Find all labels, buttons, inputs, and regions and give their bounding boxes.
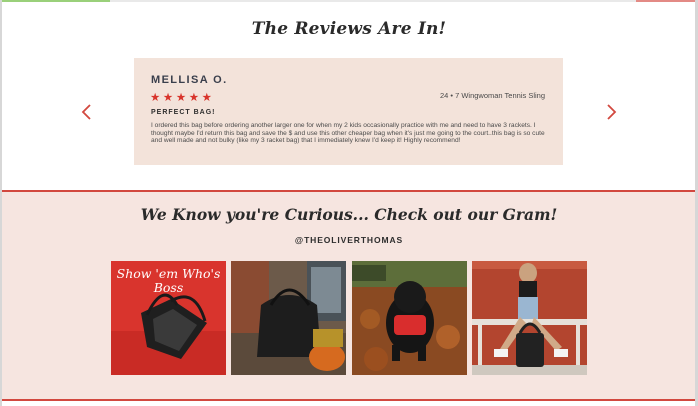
chevron-right-icon [607,104,617,120]
top-accent-red [636,0,698,2]
top-accent-green [0,0,110,2]
tennis-bag-image [472,261,587,375]
reviewer-name: MELLISA O. [151,74,228,86]
top-accent-bar [0,0,698,2]
carousel-next-button[interactable] [604,103,618,121]
instagram-title: We Know you're Curious... Check out our … [140,205,558,224]
review-product-name: 24 • 7 Wingwoman Tennis Sling [439,91,545,100]
bottom-strip [2,401,695,406]
porch-bag-image [231,261,346,375]
instagram-photo-1[interactable]: Show 'em Who's Boss [111,261,226,375]
review-headline: PERFECT BAG! [151,109,216,116]
dog-leaves-image [352,261,467,375]
carousel-prev-button[interactable] [80,103,94,121]
review-card: MELLISA O. ★★★★★ 24 • 7 Wingwoman Tennis… [134,58,563,165]
photo-overlay-text: Show 'em Who's Boss [116,266,221,295]
instagram-photo-3[interactable] [352,261,467,375]
star-rating: ★★★★★ [150,92,215,104]
chevron-left-icon [81,104,91,120]
reviews-title: The Reviews Are In! [251,19,447,39]
instagram-photo-4[interactable] [472,261,587,375]
instagram-photo-2[interactable] [231,261,346,375]
review-body: I ordered this bag before ordering anoth… [151,122,545,145]
instagram-handle-link[interactable]: @THEOLIVERTHOMAS [0,235,698,245]
